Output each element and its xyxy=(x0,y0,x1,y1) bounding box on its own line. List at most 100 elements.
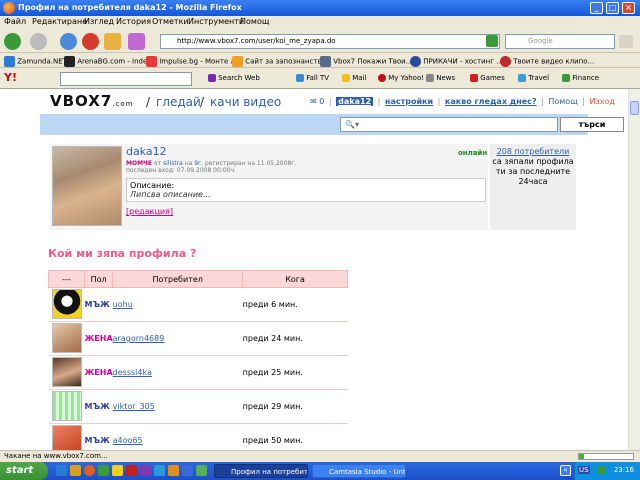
yahoo-finance[interactable]: Finance xyxy=(562,74,599,82)
menu-tools[interactable]: Инструменти xyxy=(188,17,244,26)
user-thumbnail[interactable] xyxy=(51,424,82,450)
start-button[interactable]: start xyxy=(0,462,48,480)
yahoo-fall-tv[interactable]: Fall TV xyxy=(296,74,329,82)
menu-history[interactable]: История xyxy=(116,17,151,26)
search-type-dropdown-icon[interactable]: 🔍▾ xyxy=(345,120,359,129)
col-sex: Пол xyxy=(83,270,114,288)
vertical-scrollbar[interactable] xyxy=(628,89,640,450)
yahoo-logo-icon[interactable]: Y! xyxy=(4,71,17,84)
profile-description: Описание: Липсва описание... xyxy=(126,178,486,202)
search-icon[interactable] xyxy=(619,35,633,48)
menu-help[interactable]: Помощ xyxy=(240,17,269,26)
menu-file[interactable]: Файл xyxy=(4,17,26,26)
language-indicator[interactable]: US xyxy=(578,466,590,474)
web-search-input[interactable]: Google xyxy=(505,34,615,49)
go-icon[interactable] xyxy=(486,35,498,47)
bookmark-vbox7[interactable]: Vbox7 Покажи Твои... xyxy=(320,56,412,67)
quicklaunch-icon[interactable] xyxy=(168,465,179,476)
home-icon[interactable] xyxy=(104,33,121,50)
minimize-button[interactable]: _ xyxy=(590,2,603,14)
stop-icon[interactable] xyxy=(82,33,99,50)
maximize-button[interactable]: □ xyxy=(606,2,619,14)
nav-upload-link[interactable]: качи видео xyxy=(210,95,281,109)
scrollbar-thumb[interactable] xyxy=(630,101,639,115)
bookmark-prikachi[interactable]: ПРИКАЧИ - хостинг ... xyxy=(410,56,503,67)
quicklaunch-icon[interactable] xyxy=(126,465,137,476)
row-when: преди 25 мин. xyxy=(242,355,348,390)
logout-link[interactable]: Изход xyxy=(590,97,615,106)
profile-card: daka12 онлайн МОМЧЕ от silistra на 9г. р… xyxy=(50,144,488,230)
settings-link[interactable]: настройки xyxy=(385,97,433,106)
profile-name: daka12 xyxy=(126,145,167,158)
quicklaunch-icon[interactable] xyxy=(154,465,165,476)
nav-watch-link[interactable]: гледай xyxy=(156,95,201,109)
table-row: ЖЕНА aragorn4689 преди 24 мин. xyxy=(48,321,348,356)
bookmark-dating[interactable]: Сайт за запознанства xyxy=(232,56,326,67)
user-thumbnail[interactable] xyxy=(51,356,82,387)
yahoo-search-web[interactable]: Search Web xyxy=(208,74,260,82)
menu-bar: Файл Редактиране Изглед История Отметки … xyxy=(0,16,640,29)
forward-icon[interactable] xyxy=(30,33,47,50)
navigation-toolbar: http://www.vbox7.com/user/koi_me_zyapa.d… xyxy=(0,29,640,53)
menu-bookmarks[interactable]: Отметки xyxy=(152,17,189,26)
menu-edit[interactable]: Редактиране xyxy=(32,17,87,26)
avatar[interactable] xyxy=(52,146,122,226)
row-when: преди 6 мин. xyxy=(242,287,348,322)
row-sex: ЖЕНА xyxy=(84,321,113,356)
row-user-link[interactable]: uohu xyxy=(112,287,243,322)
help-link[interactable]: Помощ xyxy=(548,97,577,106)
row-user-link[interactable]: viktor_305 xyxy=(112,389,243,424)
row-when: преди 29 мин. xyxy=(242,389,348,424)
quicklaunch-firefox-icon[interactable] xyxy=(84,465,95,476)
window-titlebar: Профил на потребителя daka12 - Mozilla F… xyxy=(0,0,640,16)
yahoo-travel[interactable]: Travel xyxy=(518,74,549,82)
user-thumbnail[interactable] xyxy=(51,322,82,353)
site-search-input[interactable]: 🔍▾ xyxy=(340,117,558,132)
table-row: МЪЖ a4oo65 преди 50 мин. xyxy=(48,423,348,450)
online-status: онлайн xyxy=(458,149,488,157)
quicklaunch-icon[interactable] xyxy=(98,465,109,476)
yahoo-my-yahoo[interactable]: My Yahoo! xyxy=(378,74,424,82)
quicklaunch-icon[interactable] xyxy=(196,465,207,476)
site-search-bar: 🔍▾ търси xyxy=(40,114,624,135)
network-icon[interactable] xyxy=(597,466,605,474)
quicklaunch-ie-icon[interactable] xyxy=(56,465,67,476)
row-when: преди 24 мин. xyxy=(242,321,348,356)
visitors-count-link[interactable]: 208 потребители xyxy=(497,147,570,156)
close-button[interactable]: × xyxy=(622,2,635,14)
quicklaunch-icon[interactable] xyxy=(182,465,193,476)
site-logo[interactable]: VBOX7.com xyxy=(50,92,133,110)
quicklaunch-desktop-icon[interactable] xyxy=(70,465,81,476)
bookmark-zamunda[interactable]: Zamunda.NET xyxy=(4,56,67,67)
menu-view[interactable]: Изглед xyxy=(84,17,114,26)
yahoo-mail[interactable]: Mail xyxy=(342,74,366,82)
back-icon[interactable] xyxy=(4,33,21,50)
site-search-button[interactable]: търси xyxy=(560,117,624,132)
quicklaunch-icon[interactable] xyxy=(112,465,123,476)
row-user-link[interactable]: a4oo65 xyxy=(112,423,243,450)
edit-profile-link[interactable]: [редакция] xyxy=(126,207,173,216)
messages-count[interactable]: 0 xyxy=(319,97,324,106)
user-thumbnail[interactable] xyxy=(51,288,82,319)
bookmark-impulse[interactable]: Impulse.bg - Монте л... xyxy=(146,56,242,67)
quicklaunch-icon[interactable] xyxy=(140,465,151,476)
row-user-link[interactable]: aragorn4689 xyxy=(112,321,243,356)
messages-icon[interactable]: ✉ xyxy=(310,97,317,106)
show-hidden-icons[interactable]: « xyxy=(560,465,571,476)
username-link[interactable]: daka12 xyxy=(336,97,374,106)
user-thumbnail[interactable] xyxy=(51,390,82,421)
reload-icon[interactable] xyxy=(60,33,77,50)
bookmark-videos[interactable]: Твоите видео клипо... xyxy=(500,56,594,67)
visitors-text: са зяпали профила ти за последните 24час… xyxy=(492,157,574,186)
url-input[interactable]: http://www.vbox7.com/user/koi_me_zyapa.d… xyxy=(160,34,500,49)
yahoo-games[interactable]: Games xyxy=(470,74,505,82)
addon-icon[interactable] xyxy=(128,33,145,50)
bookmark-arenabg[interactable]: ArenaBG.com - Index xyxy=(64,56,151,67)
watched-today-link[interactable]: какво гледах днес? xyxy=(445,97,537,106)
task-firefox[interactable]: Профил на потребит... xyxy=(214,464,308,478)
task-camtasia[interactable]: Camtasia Studio - Unti... xyxy=(312,464,406,478)
yahoo-search-input[interactable] xyxy=(60,72,192,86)
row-user-link[interactable]: desssi4ka xyxy=(112,355,243,390)
col-pic: --- xyxy=(48,270,85,288)
yahoo-news[interactable]: News xyxy=(426,74,455,82)
